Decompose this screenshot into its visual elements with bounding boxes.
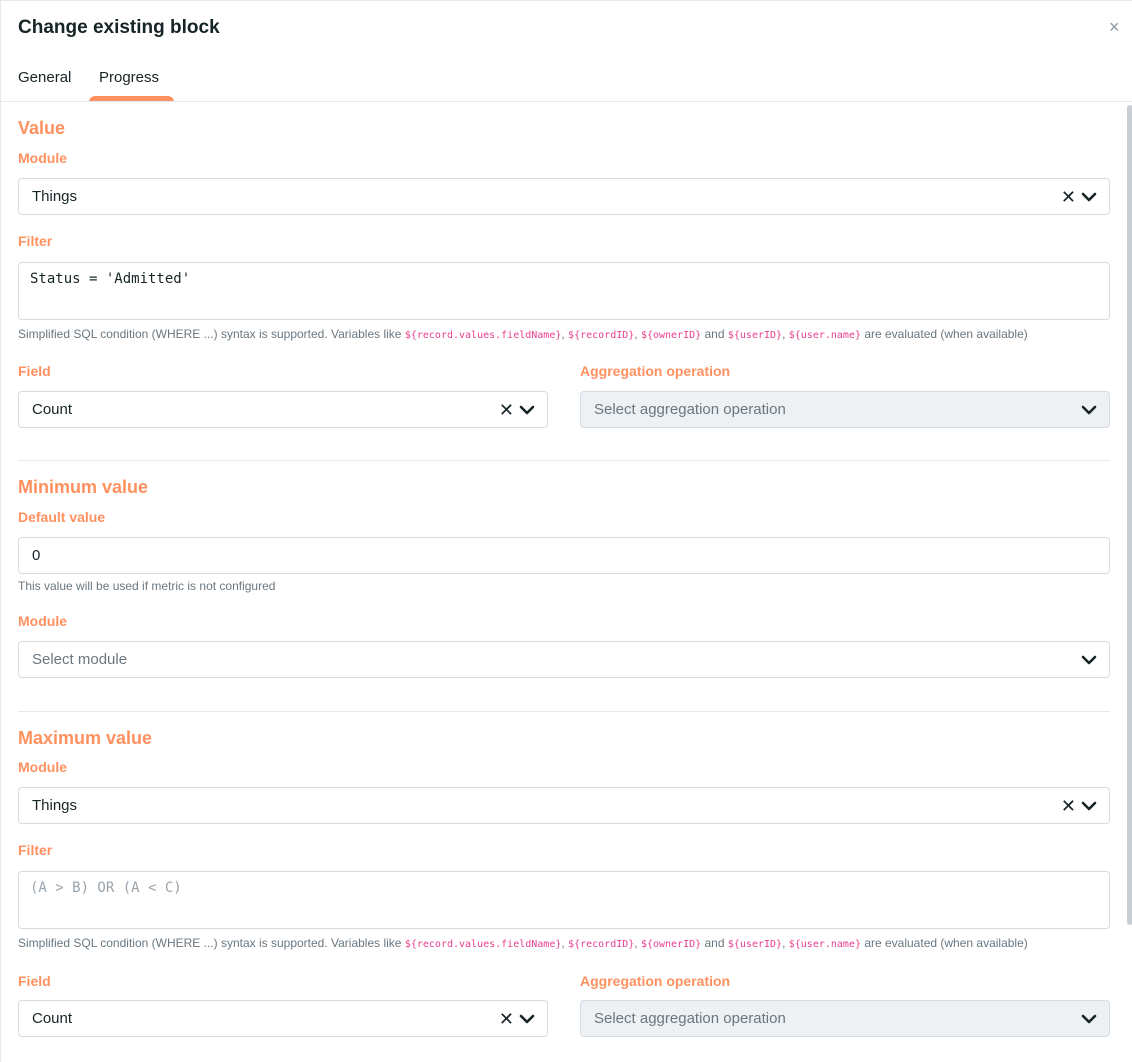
maximum-aggregation-select[interactable]: Select aggregation operation	[580, 1000, 1110, 1037]
tabs-divider	[1, 101, 1132, 102]
value-module-select[interactable]: Things ✕	[18, 178, 1110, 215]
chevron-down-icon[interactable]	[1080, 797, 1098, 815]
minimum-default-value: 0	[32, 547, 41, 564]
chevron-down-icon[interactable]	[518, 1010, 536, 1028]
value-filter-help: Simplified SQL condition (WHERE ...) syn…	[18, 327, 1028, 341]
chevron-down-icon[interactable]	[1080, 401, 1098, 419]
clear-x-icon[interactable]: ✕	[499, 1010, 514, 1028]
maximum-filter-help: Simplified SQL condition (WHERE ...) syn…	[18, 936, 1028, 950]
maximum-filter-label: Filter	[18, 842, 53, 858]
value-aggregation-label: Aggregation operation	[580, 363, 731, 379]
clear-x-icon[interactable]: ✕	[1061, 797, 1076, 815]
maximum-field-value: Count	[32, 1010, 73, 1027]
value-field-label: Field	[18, 363, 51, 379]
minimum-module-select[interactable]: Select module	[18, 641, 1110, 678]
maximum-aggregation-label: Aggregation operation	[580, 973, 731, 989]
minimum-default-help: This value will be used if metric is not…	[18, 579, 276, 593]
chevron-down-icon[interactable]	[1080, 188, 1098, 206]
maximum-module-select[interactable]: Things ✕	[18, 787, 1110, 824]
clear-x-icon[interactable]: ✕	[1061, 188, 1076, 206]
minimum-module-placeholder: Select module	[32, 651, 128, 668]
section-divider	[18, 711, 1110, 712]
minimum-section-title: Minimum value	[18, 477, 149, 497]
value-module-value: Things	[32, 188, 78, 205]
modal-title: Change existing block	[18, 17, 220, 38]
value-filter-textarea[interactable]: Status = 'Admitted'	[18, 262, 1110, 320]
maximum-module-label: Module	[18, 759, 67, 775]
minimum-default-label: Default value	[18, 509, 106, 525]
maximum-module-value: Things	[32, 797, 78, 814]
minimum-default-input[interactable]: 0	[18, 537, 1110, 574]
change-block-modal: Change existing block × General Progress…	[0, 0, 1132, 1062]
section-divider	[18, 460, 1110, 461]
chevron-down-icon[interactable]	[1080, 651, 1098, 669]
chevron-down-icon[interactable]	[1080, 1010, 1098, 1028]
minimum-module-label: Module	[18, 613, 67, 629]
value-filter-label: Filter	[18, 233, 53, 249]
value-field-value: Count	[32, 401, 73, 418]
maximum-field-label: Field	[18, 973, 51, 989]
clear-x-icon[interactable]: ✕	[499, 401, 514, 419]
chevron-down-icon[interactable]	[518, 401, 536, 419]
maximum-section-title: Maximum value	[18, 728, 153, 748]
maximum-filter-textarea[interactable]: (A > B) OR (A < C)	[18, 871, 1110, 929]
tab-progress[interactable]: Progress	[99, 69, 159, 86]
value-section-title: Value	[18, 118, 66, 138]
value-field-select[interactable]: Count ✕	[18, 391, 548, 428]
value-aggregation-select[interactable]: Select aggregation operation	[580, 391, 1110, 428]
close-icon[interactable]: ×	[1109, 17, 1120, 37]
tab-general[interactable]: General	[18, 69, 71, 86]
value-module-label: Module	[18, 150, 67, 166]
maximum-field-select[interactable]: Count ✕	[18, 1000, 548, 1037]
scrollbar[interactable]	[1127, 105, 1132, 925]
maximum-aggregation-placeholder: Select aggregation operation	[594, 1010, 786, 1027]
value-aggregation-placeholder: Select aggregation operation	[594, 401, 786, 418]
